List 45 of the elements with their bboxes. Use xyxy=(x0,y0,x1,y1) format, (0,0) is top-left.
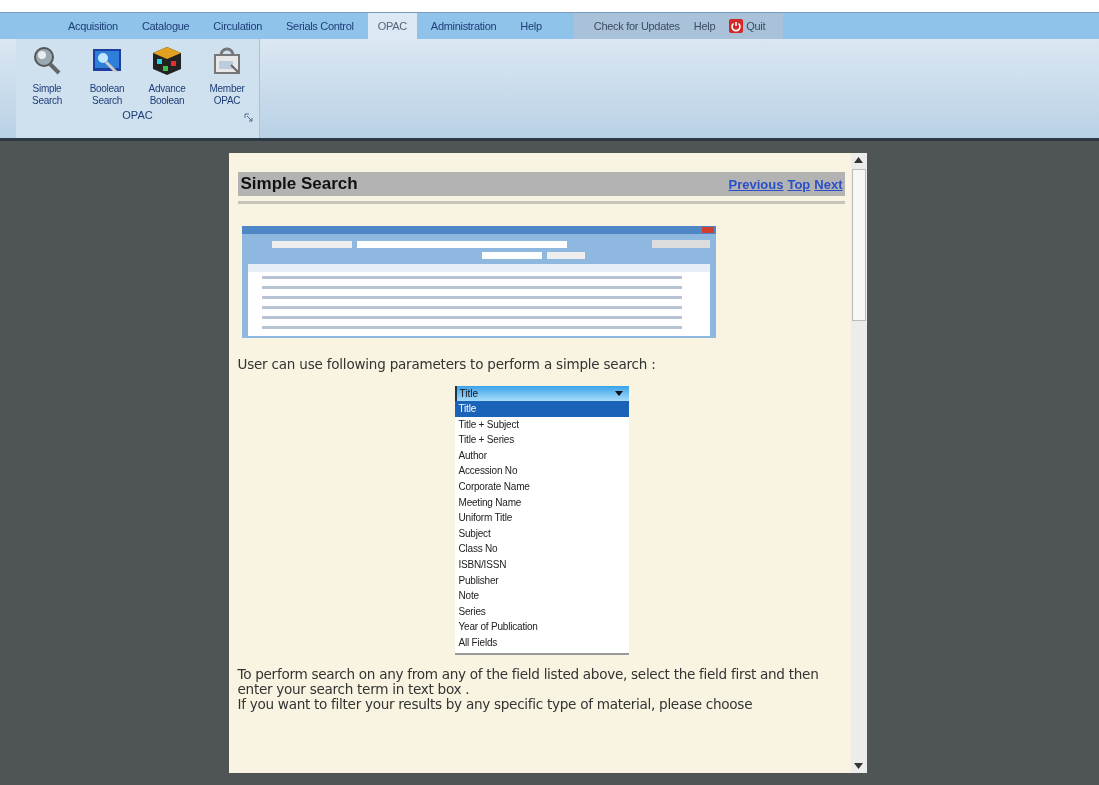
group-label: OPAC xyxy=(122,109,153,121)
menu-link[interactable]: Help xyxy=(693,20,716,32)
menu-tab[interactable]: Acquisition xyxy=(58,13,128,39)
page-heading: Simple Search xyxy=(240,174,358,194)
ribbon-button[interactable]: Advance Boolean xyxy=(142,45,192,107)
menu-tab[interactable]: Help xyxy=(510,13,552,39)
dropdown-option[interactable]: Meeting Name xyxy=(454,494,629,511)
scroll-up-icon[interactable] xyxy=(854,157,863,163)
dropdown-option[interactable]: Title + Series xyxy=(454,432,629,448)
dropdown-option[interactable]: Publisher xyxy=(454,572,629,589)
dropdown-option[interactable]: Uniform Title xyxy=(454,510,629,526)
dialog-launcher-icon[interactable] xyxy=(244,113,253,122)
dropdown-option[interactable]: Author xyxy=(454,447,629,464)
dropdown-option[interactable]: Note xyxy=(454,588,629,604)
menu-link[interactable]: Check for Updates xyxy=(593,20,680,32)
cube-icon xyxy=(151,45,183,77)
briefcase-icon xyxy=(211,45,243,77)
dropdown-option[interactable]: Title xyxy=(454,401,629,417)
search-field-dropdown[interactable]: Title xyxy=(454,386,629,401)
dropdown-option[interactable]: Corporate Name xyxy=(454,478,629,495)
dropdown-option[interactable]: Title + Subject xyxy=(454,416,629,433)
dropdown-option[interactable]: Series xyxy=(454,603,629,620)
dropdown-option[interactable]: Subject xyxy=(454,525,629,542)
body-text: To perform search on any from any of the field listed above, select the field first and then enter your search term in text box . xyxy=(237,666,820,697)
menu-tab[interactable]: Catalogue xyxy=(131,13,200,39)
scroll-down-icon[interactable] xyxy=(854,763,863,769)
dropdown-option[interactable]: ISBN/ISSN xyxy=(454,556,629,573)
dropdown-option[interactable]: All Fields xyxy=(454,634,629,651)
menu-tab[interactable]: Circulation xyxy=(203,13,273,39)
intro-text: User can use following parameters to perform a simple search : xyxy=(237,356,657,372)
quit-button[interactable]: Quit xyxy=(729,19,766,33)
ribbon-button[interactable]: Simple Search xyxy=(22,45,72,107)
dropdown-option[interactable]: Year of Publication xyxy=(454,619,629,635)
ribbon-button[interactable]: Member OPAC xyxy=(202,45,252,107)
caret-icon xyxy=(614,391,623,396)
dropdown-option[interactable]: Accession No xyxy=(454,463,629,479)
power-icon xyxy=(729,19,744,33)
menu-tab[interactable]: OPAC xyxy=(367,13,417,39)
body-text: If you want to filter your results by any specific type of material, please choose xyxy=(237,696,754,712)
dropdown-option[interactable]: Class No xyxy=(454,541,629,557)
menu-tab[interactable]: Serials Control xyxy=(276,13,364,39)
ribbon-button[interactable]: Boolean Search xyxy=(82,45,132,107)
search-icon xyxy=(31,45,63,77)
menu-tab[interactable]: Administration xyxy=(420,13,507,39)
scrollbar-thumb[interactable] xyxy=(851,169,866,321)
